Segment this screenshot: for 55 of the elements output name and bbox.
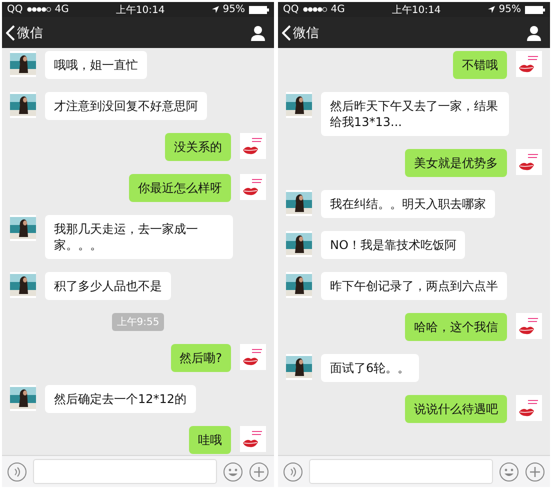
sent-message: 然后嘞?	[170, 344, 231, 372]
battery-icon	[525, 6, 545, 14]
message-input[interactable]	[309, 459, 493, 484]
received-message: 哦哦，姐一直忙	[45, 51, 147, 79]
signal-icon	[26, 7, 51, 12]
carrier-label: QQ	[283, 4, 299, 15]
received-message: 才注意到没回复不好意思阿	[45, 92, 207, 120]
received-message: 昨下午创记录了，两点到六点半	[321, 272, 507, 300]
back-chevron-icon[interactable]	[6, 24, 15, 40]
signal-icon	[302, 7, 327, 12]
back-chevron-icon[interactable]	[282, 24, 291, 40]
lips-avatar-icon	[516, 313, 542, 339]
battery-icon	[249, 6, 269, 14]
network-label: 4G	[330, 4, 345, 15]
voice-icon[interactable]	[283, 462, 303, 482]
emoji-icon[interactable]	[499, 462, 519, 482]
clock-label: 上午10:14	[116, 4, 165, 16]
received-message: 然后昨天下午又去了一家，结果给我13*13...	[321, 92, 509, 136]
lips-avatar-icon	[240, 174, 266, 200]
sent-message: 美女就是优势多	[405, 149, 507, 177]
sent-message: 你最近怎么样呀	[129, 174, 231, 202]
location-icon	[488, 6, 495, 13]
battery-label: 95%	[222, 4, 245, 15]
lips-avatar-icon	[240, 133, 266, 159]
received-message: 然后确定去一个12*12的	[45, 385, 196, 413]
sent-message: 哈哈，这个我信	[405, 313, 507, 341]
sent-message: 不错哦	[453, 51, 507, 79]
timestamp: 上午9:55	[112, 313, 164, 331]
received-message: 面试了6轮。。	[321, 354, 419, 382]
received-message: NO！我是靠技术吃饭阿	[321, 231, 466, 259]
received-message: 我在纠结。。明天入职去哪家	[321, 190, 495, 218]
plus-icon[interactable]	[525, 462, 545, 482]
lips-avatar-icon	[516, 395, 542, 421]
emoji-icon[interactable]	[223, 462, 243, 482]
plus-icon[interactable]	[249, 462, 269, 482]
voice-icon[interactable]	[7, 462, 27, 482]
sent-message: 说说什么待遇吧	[405, 395, 507, 423]
carrier-label: QQ	[7, 4, 23, 15]
lips-avatar-icon	[240, 344, 266, 370]
battery-label: 95%	[498, 4, 521, 15]
location-icon	[212, 6, 219, 13]
sent-message: 没关系的	[165, 133, 231, 161]
back-button[interactable]: 微信	[6, 24, 43, 42]
person-icon[interactable]	[250, 24, 266, 40]
sent-message: 哇哦	[189, 426, 231, 454]
clock-label: 上午10:14	[392, 4, 441, 16]
lips-avatar-icon	[240, 426, 266, 452]
lips-avatar-icon	[516, 51, 542, 77]
lips-avatar-icon	[516, 149, 542, 175]
received-message: 积了多少人品也不是	[45, 272, 171, 300]
network-label: 4G	[54, 4, 69, 15]
received-message: 我那几天走运，去一家成一家。。。	[45, 215, 233, 259]
message-input[interactable]	[33, 459, 217, 484]
back-button[interactable]: 微信	[282, 24, 319, 42]
person-icon[interactable]	[526, 24, 542, 40]
